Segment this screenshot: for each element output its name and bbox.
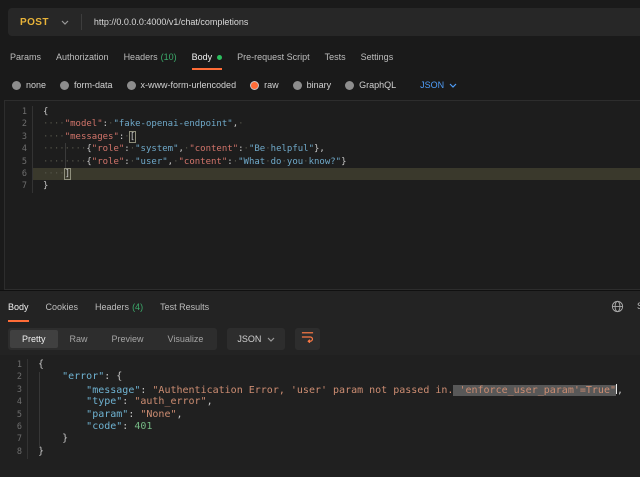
bodytype-binary[interactable]: binary [293,80,332,90]
view-raw-button[interactable]: Raw [58,330,100,348]
response-tab-headers[interactable]: Headers(4) [95,291,143,322]
code-line[interactable]: 6····] [5,168,640,180]
response-language-select[interactable]: JSON [227,328,285,350]
body-type-row: none form-data x-www-form-urlencoded raw… [0,70,640,100]
url-input[interactable]: http://0.0.0.0:4000/v1/chat/completions [94,17,249,27]
response-tab-body[interactable]: Body [8,291,29,322]
code-line[interactable]: 2 "error": { [0,371,640,383]
view-preview-button[interactable]: Preview [100,330,156,348]
code-line[interactable]: 6 "code": 401 [0,421,640,433]
code-line[interactable]: 4········{"role":·"system",·"content":·"… [5,143,640,155]
line-number: 4 [5,143,43,155]
code-line[interactable]: 5········{"role":·"user",·"content":·"Wh… [5,156,640,168]
unsaved-changes-dot-icon [217,55,222,60]
indent-guide [39,372,40,447]
view-mode-switch: Pretty Raw Preview Visualize [8,328,217,350]
gutter-separator [27,359,28,459]
radio-icon [293,81,302,90]
response-tab-cookies[interactable]: Cookies [46,291,79,322]
response-body-viewer[interactable]: 1{2 "error": {3 "message": "Authenticati… [0,355,640,477]
bodytype-graphql[interactable]: GraphQL [345,80,396,90]
wrap-text-icon [301,330,314,348]
line-number: 3 [0,384,38,396]
method-label: POST [20,17,49,28]
response-tabs: Body Cookies Headers(4) Test Results S [0,291,640,322]
line-number: 5 [0,409,38,421]
radio-icon [12,81,21,90]
line-number: 1 [0,359,38,371]
view-visualize-button[interactable]: Visualize [156,330,216,348]
radio-selected-icon [250,81,259,90]
raw-language-select[interactable]: JSON [420,80,457,90]
line-number: 5 [5,156,43,168]
tab-tests[interactable]: Tests [325,44,346,70]
bodytype-raw[interactable]: raw [250,80,279,90]
code-line[interactable]: 2····"model":·"fake-openai-endpoint",· [5,118,640,130]
request-body-editor[interactable]: 1{2····"model":·"fake-openai-endpoint",·… [4,100,640,290]
chevron-down-icon [449,80,457,90]
headers-count-badge: (10) [161,52,177,62]
request-tabs: Params Authorization Headers(10) Body Pr… [0,44,640,70]
code-line[interactable]: 5 "param": "None", [0,409,640,421]
bodytype-none[interactable]: none [12,80,46,90]
line-number: 4 [0,396,38,408]
radio-icon [127,81,136,90]
tab-headers[interactable]: Headers(10) [124,44,177,70]
gutter-separator [32,106,33,193]
line-number: 7 [0,433,38,445]
tab-body[interactable]: Body [192,44,223,70]
chevron-down-icon [267,334,275,344]
method-select[interactable]: POST [8,17,81,28]
code-line[interactable]: 3····"messages":·[ [5,131,640,143]
code-line[interactable]: 4 "type": "auth_error", [0,396,640,408]
globe-icon[interactable] [611,300,624,313]
code-line[interactable]: 8} [0,446,640,458]
response-panel: Body Cookies Headers(4) Test Results S P… [0,290,640,477]
code-line[interactable]: 1{ [0,359,640,371]
code-line[interactable]: 7 } [0,433,640,445]
response-tab-test-results[interactable]: Test Results [160,291,209,322]
code-line[interactable]: 1{ [5,106,640,118]
view-pretty-button[interactable]: Pretty [10,330,58,348]
response-view-toolbar: Pretty Raw Preview Visualize JSON [0,322,640,355]
tab-pre-request-script[interactable]: Pre-request Script [237,44,310,70]
tab-authorization[interactable]: Authorization [56,44,109,70]
radio-icon [60,81,69,90]
bodytype-form-data[interactable]: form-data [60,80,113,90]
line-number: 2 [5,118,43,130]
line-number: 7 [5,180,43,192]
indent-guide [65,143,66,168]
line-number: 6 [5,168,43,180]
code-line[interactable]: 3 "message": "Authentication Error, 'use… [0,384,640,396]
chevron-down-icon [61,17,69,28]
tab-settings[interactable]: Settings [361,44,394,70]
line-number: 6 [0,421,38,433]
request-url-bar: POST http://0.0.0.0:4000/v1/chat/complet… [0,0,640,44]
line-number: 2 [0,371,38,383]
response-headers-count-badge: (4) [132,302,143,312]
line-number: 8 [0,446,38,458]
line-number: 1 [5,106,43,118]
divider [81,14,82,30]
tab-params[interactable]: Params [10,44,41,70]
wrap-text-button[interactable] [295,328,320,350]
line-number: 3 [5,131,43,143]
url-container: POST http://0.0.0.0:4000/v1/chat/complet… [8,8,640,36]
radio-icon [345,81,354,90]
bodytype-x-www-form-urlencoded[interactable]: x-www-form-urlencoded [127,80,237,90]
code-line[interactable]: 7} [5,180,640,192]
